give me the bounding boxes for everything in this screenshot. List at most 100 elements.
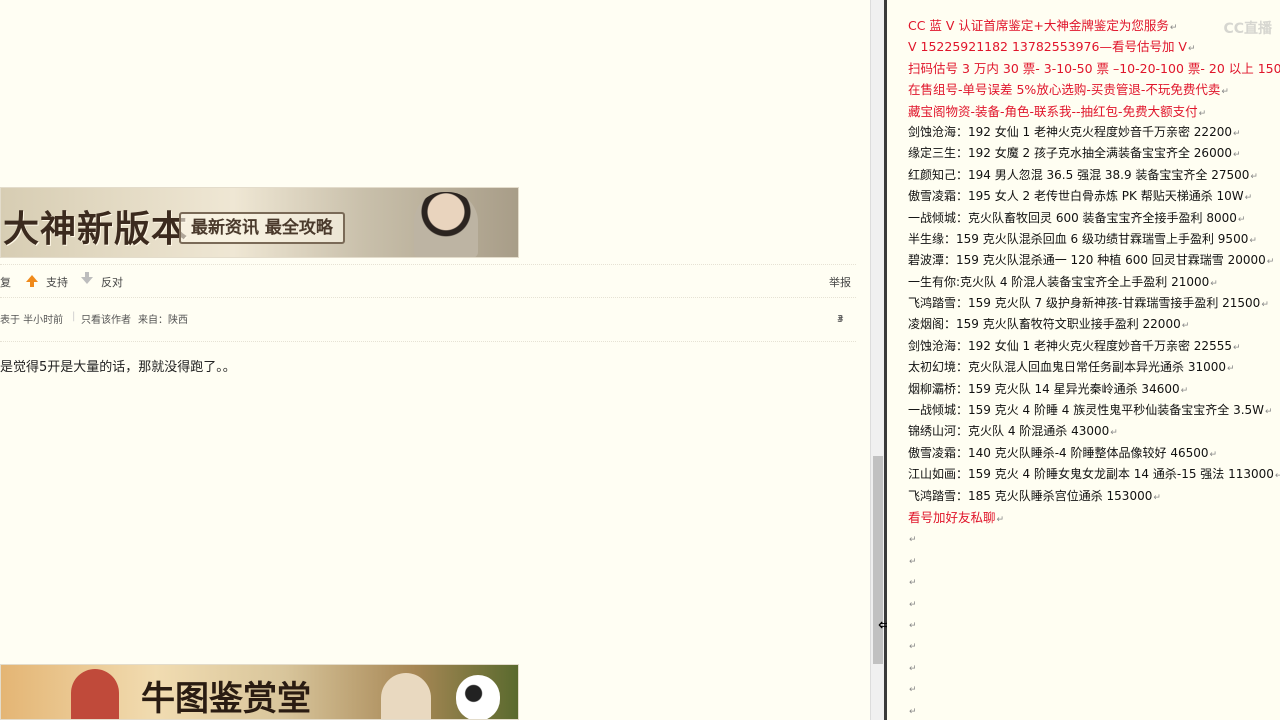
document-body[interactable]: CC 蓝 V 认证首席鉴定+大神金牌鉴定为您服务↵ V 15225921182 1… <box>908 15 1280 720</box>
pilcrow-icon: ↵ <box>909 620 917 631</box>
forum-page: 大神新版本 最新资讯 最全攻略 复 支持 反对 举报 表于 半小时前 | 只看该… <box>0 0 870 720</box>
document-line[interactable]: 傲雪凌霜：140 克火队睡杀-4 阶睡整体品像较好 46500↵ <box>908 443 1280 464</box>
oppose-link[interactable]: 反对 <box>101 274 123 290</box>
document-line[interactable]: ↵ <box>908 614 1280 635</box>
separator: | <box>72 311 76 322</box>
floor-number[interactable]: 3 # <box>837 314 844 328</box>
line-text: 扫码估号 3 万内 30 票- 3-10-50 票 –10-20-100 票- … <box>908 60 1280 76</box>
support-link[interactable]: 支持 <box>46 274 68 290</box>
pilcrow-icon: ↵ <box>909 642 917 653</box>
panda-image <box>456 675 500 719</box>
document-line[interactable]: 一战倾城：克火队畜牧回灵 600 装备宝宝齐全接手盈利 8000↵ <box>908 208 1280 229</box>
author-only-link[interactable]: 只看该作者 <box>81 311 131 326</box>
post-time: 表于 半小时前 <box>0 315 64 326</box>
line-text: 剑蚀沧海：192 女仙 1 老神火克火程度妙音千万亲密 22200 <box>908 124 1232 139</box>
pilcrow-icon: ↵ <box>1237 214 1246 225</box>
line-text: 半生缘：159 克火队混杀回血 6 级功绩甘霖瑞雪上手盈利 9500 <box>908 231 1249 246</box>
banner-ad-gallery[interactable]: 牛图鉴赏堂 <box>0 664 519 720</box>
pilcrow-icon: ↵ <box>1188 44 1196 55</box>
pilcrow-icon: ↵ <box>1153 492 1161 503</box>
line-text: 红颜知己：194 男人忽混 36.5 强混 38.9 装备宝宝齐全 27500 <box>908 167 1250 182</box>
line-text: 飞鸿踏雪：159 克火队 7 级护身新神孩-甘霖瑞雪接手盈利 21500 <box>908 296 1261 311</box>
pilcrow-icon: ↵ <box>1274 471 1280 482</box>
banner-character-image <box>381 673 431 719</box>
document-line[interactable]: ↵ <box>908 550 1280 571</box>
pilcrow-icon: ↵ <box>1210 278 1218 289</box>
line-text: CC 蓝 V 认证首席鉴定+大神金牌鉴定为您服务 <box>908 18 1169 33</box>
document-line[interactable]: 一战倾城：159 克火 4 阶睡 4 族灵性鬼平秒仙装备宝宝齐全 3.5W↵ <box>908 400 1280 421</box>
document-line[interactable]: ↵ <box>908 528 1280 549</box>
document-line[interactable]: 红颜知己：194 男人忽混 36.5 强混 38.9 装备宝宝齐全 27500↵ <box>908 165 1280 186</box>
line-text: 锦绣山河：克火队 4 阶混通杀 43000 <box>908 424 1110 439</box>
report-link[interactable]: 举报 <box>829 274 851 290</box>
document-line[interactable]: 在售组号-单号误差 5%放心选购-买贵管退-不玩免费代卖↵ <box>908 79 1280 100</box>
document-line[interactable]: 剑蚀沧海：192 女仙 1 老神火克火程度妙音千万亲密 22200↵ <box>908 122 1280 143</box>
document-line[interactable]: ↵ <box>908 635 1280 656</box>
document-line[interactable]: 半生缘：159 克火队混杀回血 6 级功绩甘霖瑞雪上手盈利 9500↵ <box>908 229 1280 250</box>
document-line[interactable]: 傲雪凌霜：195 女人 2 老传世白骨赤炼 PK 帮贴天梯通杀 10W↵ <box>908 186 1280 207</box>
line-text: 傲雪凌霜：140 克火队睡杀-4 阶睡整体品像较好 46500 <box>908 445 1209 460</box>
document-line[interactable]: 扫码估号 3 万内 30 票- 3-10-50 票 –10-20-100 票- … <box>908 58 1280 79</box>
pilcrow-icon: ↵ <box>1110 428 1118 439</box>
page-scrollbar[interactable] <box>870 0 885 720</box>
line-text: 碧波潭：159 克火队混杀通一 120 种植 600 回灵甘霖瑞雪 20000 <box>908 253 1266 268</box>
document-line[interactable]: 烟柳灞桥：159 克火队 14 星异光秦岭通杀 34600↵ <box>908 379 1280 400</box>
document-line[interactable]: 碧波潭：159 克火队混杀通一 120 种植 600 回灵甘霖瑞雪 20000↵ <box>908 250 1280 271</box>
line-text: 一战倾城：克火队畜牧回灵 600 装备宝宝齐全接手盈利 8000 <box>908 210 1237 225</box>
pilcrow-icon: ↵ <box>1221 87 1229 98</box>
document-line[interactable]: ↵ <box>908 700 1280 720</box>
document-line[interactable]: 凌烟阁：159 克火队畜牧符文职业接手盈利 22000↵ <box>908 314 1280 335</box>
line-text: 剑蚀沧海：192 女仙 1 老神火克火程度妙音千万亲密 22555 <box>908 338 1232 353</box>
line-text: V 15225921182 13782553976—看号估号加 V <box>908 39 1187 55</box>
pilcrow-icon: ↵ <box>1249 235 1257 246</box>
line-text: 看号加好友私聊 <box>908 509 996 525</box>
document-line[interactable]: ↵ <box>908 571 1280 592</box>
pilcrow-icon: ↵ <box>1232 128 1241 139</box>
document-line[interactable]: ↵ <box>908 593 1280 614</box>
document-line[interactable]: 看号加好友私聊↵ <box>908 507 1280 528</box>
reply-link[interactable]: 复 <box>0 274 11 290</box>
document-line[interactable]: 太初幻境：克火队混人回血鬼日常任务副本异光通杀 31000↵ <box>908 357 1280 378</box>
post-action-row: 复 支持 反对 举报 <box>0 272 856 290</box>
pilcrow-icon: ↵ <box>909 556 917 567</box>
line-text: 在售组号-单号误差 5%放心选购-买贵管退-不玩免费代卖 <box>908 82 1221 98</box>
document-line[interactable]: 一生有你:克火队 4 阶混人装备宝宝齐全上手盈利 21000↵ <box>908 272 1280 293</box>
post-source: 来自：陕西 <box>138 315 188 326</box>
pilcrow-icon: ↵ <box>909 578 917 589</box>
pilcrow-icon: ↵ <box>1198 108 1207 119</box>
pilcrow-icon: ↵ <box>909 685 917 696</box>
document-line[interactable]: 藏宝阁物资-装备-角色-联系我--抽红包-免费大额支付↵ <box>908 101 1280 122</box>
document-line[interactable]: 飞鸿踏雪：159 克火队 7 级护身新神孩-甘霖瑞雪接手盈利 21500↵ <box>908 293 1280 314</box>
pilcrow-icon: ↵ <box>909 535 917 546</box>
line-text: 飞鸿踏雪：185 克火队睡杀宫位通杀 153000 <box>908 488 1153 503</box>
line-text: 一生有你:克火队 4 阶混人装备宝宝齐全上手盈利 21000 <box>908 274 1210 289</box>
divider <box>0 341 856 342</box>
line-text: 一战倾城：159 克火 4 阶睡 4 族灵性鬼平秒仙装备宝宝齐全 3.5W <box>908 403 1265 418</box>
document-line[interactable]: ↵ <box>908 678 1280 699</box>
pilcrow-icon: ↵ <box>1250 171 1258 182</box>
pilcrow-icon: ↵ <box>1181 321 1190 332</box>
document-line[interactable]: V 15225921182 13782553976—看号估号加 V↵ <box>908 36 1280 57</box>
pilcrow-icon: ↵ <box>1209 449 1218 460</box>
banner-headline: 牛图鉴赏堂 <box>141 679 311 719</box>
pilcrow-icon: ↵ <box>1244 193 1253 204</box>
pilcrow-icon: ↵ <box>909 599 917 610</box>
banner-character-image <box>414 192 478 257</box>
pilcrow-icon: ↵ <box>1232 150 1241 161</box>
line-text: 藏宝阁物资-装备-角色-联系我--抽红包-免费大额支付 <box>908 103 1198 119</box>
line-text: 凌烟阁：159 克火队畜牧符文职业接手盈利 22000 <box>908 317 1181 332</box>
divider <box>0 264 856 265</box>
pilcrow-icon: ↵ <box>996 514 1005 525</box>
banner-ad-new-version[interactable]: 大神新版本 最新资讯 最全攻略 <box>0 187 519 258</box>
document-line[interactable]: ↵ <box>908 657 1280 678</box>
document-line[interactable]: 江山如画：159 克火 4 阶睡女鬼女龙副本 14 通杀-15 强法 11300… <box>908 464 1280 485</box>
line-text: 傲雪凌霜：195 女人 2 老传世白骨赤炼 PK 帮贴天梯通杀 10W <box>908 189 1244 204</box>
document-line[interactable]: 剑蚀沧海：192 女仙 1 老神火克火程度妙音千万亲密 22555↵ <box>908 336 1280 357</box>
document-line[interactable]: 锦绣山河：克火队 4 阶混通杀 43000↵ <box>908 421 1280 442</box>
pilcrow-icon: ↵ <box>909 706 917 717</box>
document-line[interactable]: 缘定三生：192 女魔 2 孩子克水抽全满装备宝宝齐全 26000↵ <box>908 143 1280 164</box>
document-pane[interactable]: CC 蓝 V 认证首席鉴定+大神金牌鉴定为您服务↵ V 15225921182 1… <box>887 0 1280 720</box>
document-line[interactable]: 飞鸿踏雪：185 克火队睡杀宫位通杀 153000↵ <box>908 486 1280 507</box>
banner-slogan: 最新资讯 最全攻略 <box>179 212 345 244</box>
stream-watermark: CC直播 <box>1223 21 1272 37</box>
